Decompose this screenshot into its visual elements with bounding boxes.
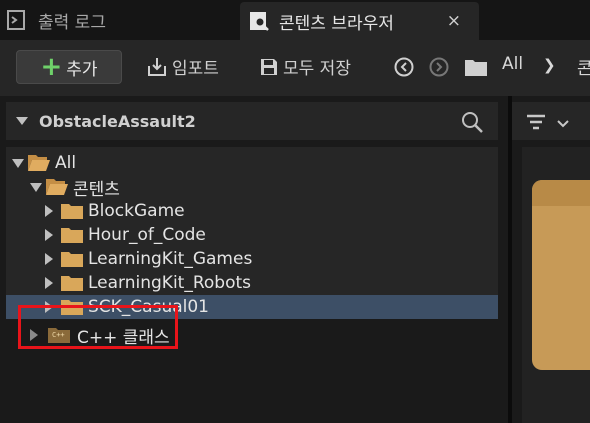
folder-thumbnail[interactable]: [532, 180, 590, 370]
open-folder-icon: [28, 155, 50, 171]
import-icon: [148, 57, 166, 76]
panel-title: ObstacleAssault2: [39, 111, 196, 131]
tab-bar: 출력 로그 콘텐츠 브라우저 ×: [0, 0, 590, 40]
collapsed-arrow-icon[interactable]: [42, 204, 56, 218]
panel-header: ObstacleAssault2: [6, 102, 498, 140]
tree-item-label: All: [55, 153, 77, 173]
tree-item-all[interactable]: All: [6, 151, 498, 175]
add-button[interactable]: + 추가: [16, 50, 122, 84]
import-button-label: 임포트: [172, 59, 219, 79]
tab-output-log-label: 출력 로그: [38, 12, 106, 33]
search-icon[interactable]: [460, 110, 484, 134]
folder-thumbnail-tab: [532, 180, 590, 206]
toolbar: + 추가 임포트 모두 저장 All ❯ 콘: [0, 40, 590, 96]
forward-arrow-icon[interactable]: [429, 57, 449, 77]
asset-view-header: [512, 102, 590, 140]
close-icon[interactable]: ×: [447, 11, 461, 31]
import-button[interactable]: 임포트: [146, 54, 219, 79]
collapsed-arrow-icon[interactable]: [42, 276, 56, 290]
folder-icon: [61, 204, 83, 219]
tree-item-label: BlockGame: [88, 201, 185, 221]
tree-item-hour-of-code[interactable]: Hour_of_Code: [6, 223, 498, 247]
plus-icon: +: [40, 52, 63, 82]
asset-view-panel: [512, 96, 590, 423]
tree-item-learningkit-robots[interactable]: LearningKit_Robots: [6, 271, 498, 295]
tree-item-label: 콘텐츠: [73, 179, 120, 200]
add-button-label: 추가: [66, 59, 98, 80]
expand-arrow-icon[interactable]: [29, 180, 43, 194]
breadcrumb-separator-icon: ❯: [543, 56, 556, 74]
sources-panel: ObstacleAssault2 All 콘텐츠 BlockGame Hour_…: [0, 96, 508, 423]
tree-item-label: LearningKit_Robots: [88, 273, 252, 293]
tab-output-log[interactable]: 출력 로그: [6, 3, 106, 37]
save-icon: [261, 58, 277, 75]
folder-icon: [465, 60, 487, 76]
breadcrumb-all[interactable]: All: [502, 54, 523, 74]
collapsed-arrow-icon[interactable]: [42, 228, 56, 242]
tree-item-blockgame[interactable]: BlockGame: [6, 199, 498, 223]
filter-icon[interactable]: [526, 114, 546, 130]
expand-arrow-icon[interactable]: [11, 156, 25, 170]
tree-item-content[interactable]: 콘텐츠: [6, 175, 498, 200]
folder-icon: [61, 276, 83, 291]
content-browser-icon: [250, 12, 269, 31]
tab-content-browser[interactable]: 콘텐츠 브라우저 ×: [240, 2, 479, 40]
save-all-button[interactable]: 모두 저장: [259, 54, 351, 79]
folder-icon: [61, 252, 83, 267]
tree-item-label: LearningKit_Games: [88, 249, 253, 269]
back-arrow-icon[interactable]: [394, 57, 414, 77]
collapse-arrow-icon[interactable]: [15, 116, 29, 126]
tab-content-browser-label: 콘텐츠 브라우저: [279, 13, 394, 34]
tree-item-learningkit-games[interactable]: LearningKit_Games: [6, 247, 498, 271]
folder-icon: [61, 228, 83, 243]
chevron-down-icon[interactable]: [557, 120, 569, 128]
open-folder-icon: [46, 179, 68, 195]
save-all-button-label: 모두 저장: [283, 59, 351, 79]
folder-tree: All 콘텐츠 BlockGame Hour_of_Code LearningK…: [6, 147, 498, 319]
breadcrumb-content[interactable]: 콘: [577, 54, 590, 79]
output-log-icon: [7, 10, 25, 30]
tree-item-label: Hour_of_Code: [88, 225, 206, 245]
collapsed-arrow-icon[interactable]: [42, 252, 56, 266]
highlight-box: [18, 305, 178, 349]
